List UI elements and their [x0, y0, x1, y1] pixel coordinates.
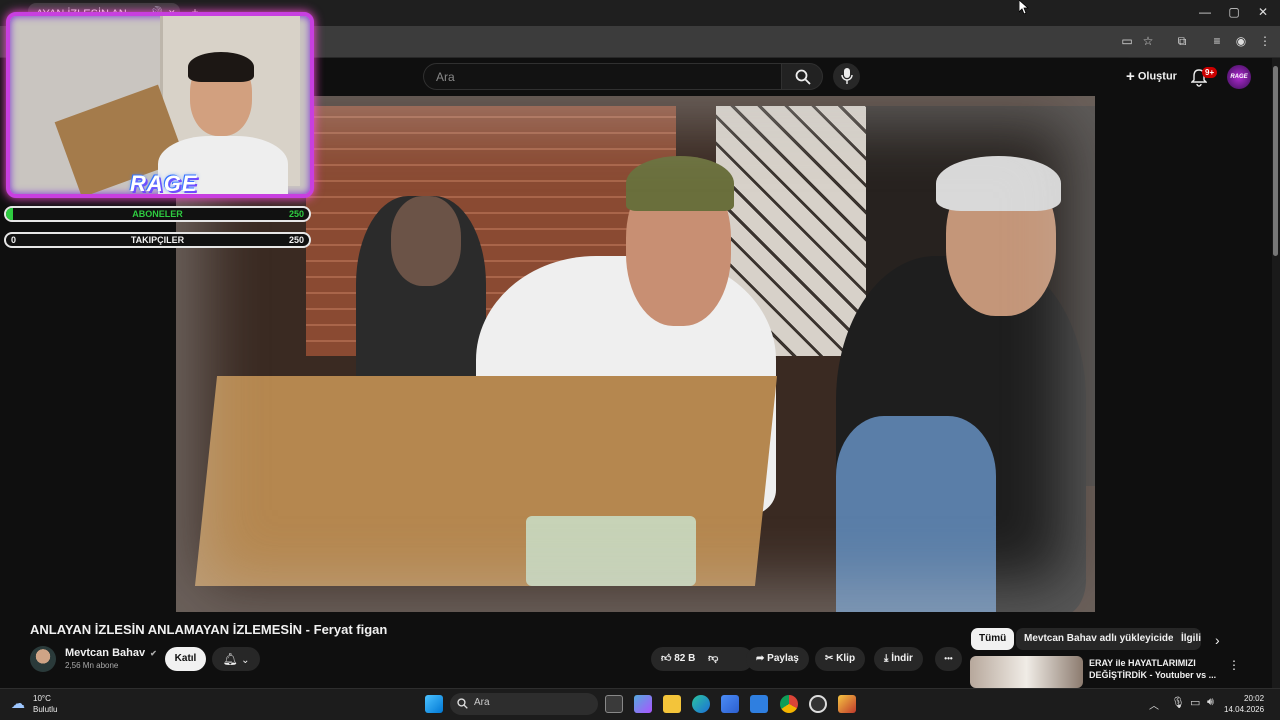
subscriber-goal-target: 250 — [288, 209, 304, 219]
chevron-right-icon[interactable]: › — [1215, 632, 1220, 648]
taskbar-clock[interactable]: 20:02 14.04.2026 — [1224, 693, 1264, 715]
weather-temp: 10°C — [33, 694, 51, 703]
rage-logo: RAGE — [130, 171, 198, 196]
notification-count-badge: 9+ — [1202, 67, 1218, 78]
voice-search-button[interactable] — [833, 63, 860, 90]
scissors-icon: ✂ — [825, 653, 834, 664]
download-icon: ⤓ — [884, 653, 889, 664]
recommendation-menu-icon[interactable]: ⋮ — [1228, 658, 1240, 672]
clip-button[interactable]: ✂ Klip — [815, 647, 866, 671]
store-icon[interactable] — [721, 695, 739, 713]
create-button[interactable]: + Oluştur — [1118, 64, 1185, 88]
chrome-icon[interactable] — [780, 695, 798, 713]
follower-goal-label: TAKIPÇILER — [130, 235, 185, 245]
dislike-button[interactable]: 👎︎ — [708, 653, 718, 664]
taskbar-search-label: Ara — [474, 697, 490, 708]
bell-icon: 🔔︎ — [222, 652, 238, 666]
share-label: Paylaş — [767, 653, 799, 664]
clock-date: 14.04.2026 — [1224, 705, 1265, 714]
follower-goal-bar: 0 TAKIPÇILER 250 — [4, 232, 311, 248]
cam-streamer-hair — [188, 52, 254, 82]
minimize-button[interactable]: — — [1194, 4, 1216, 22]
mouse-cursor-icon — [1019, 0, 1029, 14]
chevron-down-icon: ⌄ — [241, 655, 250, 666]
cloud-icon: ☁ — [11, 695, 25, 711]
close-window-button[interactable]: ✕ — [1252, 4, 1274, 22]
search-button[interactable] — [781, 63, 823, 90]
windows-start-icon[interactable] — [425, 695, 443, 713]
weather-desc: Bulutlu — [33, 705, 58, 714]
scrollbar-thumb[interactable] — [1273, 66, 1278, 256]
create-label: Oluştur — [1137, 70, 1177, 83]
thumbs-up-icon: 👍︎ — [661, 653, 672, 664]
video-title: ANLAYAN İZLESİN ANLAMAYAN İZLEMESİN - Fe… — [30, 622, 388, 637]
like-count: 82 B — [674, 653, 696, 664]
mail-icon[interactable] — [750, 695, 768, 713]
chip-all[interactable]: Tümü — [971, 628, 1015, 650]
chip-related[interactable]: İlgili — [1173, 628, 1201, 650]
volume-icon[interactable]: 🔊︎ — [1207, 696, 1214, 709]
plus-icon: + — [1126, 68, 1135, 85]
share-button[interactable]: ➦ Paylaş — [746, 647, 809, 671]
follower-goal-target: 250 — [288, 235, 304, 245]
join-button[interactable]: Katıl — [165, 647, 206, 671]
chip-uploader[interactable]: Mevtcan Bahav adlı yükleyiciden — [1016, 628, 1188, 650]
cast-icon[interactable]: ▭ — [1116, 33, 1138, 51]
taskbar-search[interactable]: Ara — [450, 693, 598, 715]
media-control-icon[interactable]: ≡ — [1206, 33, 1228, 51]
extensions-icon[interactable]: ⧉ — [1171, 33, 1193, 51]
taskbar-search-icon — [457, 698, 468, 709]
weather-widget[interactable]: 10°C Bulutlu — [33, 693, 57, 715]
account-avatar[interactable]: RAGE — [1227, 65, 1251, 89]
profile-icon[interactable]: ◉ — [1230, 33, 1252, 51]
verified-icon: ✔ — [150, 649, 157, 658]
microphone-icon — [841, 68, 853, 84]
search-input[interactable]: Ara — [423, 63, 782, 90]
channel-name-text: Mevtcan Bahav — [65, 647, 146, 659]
obs-icon[interactable] — [809, 695, 827, 713]
subscriber-goal-label: ABONELER — [132, 209, 183, 219]
task-view-icon[interactable] — [605, 695, 623, 713]
microphone-tray-icon[interactable]: 🎙︎ — [1171, 696, 1185, 709]
channel-avatar[interactable] — [30, 646, 56, 672]
subscriber-goal-bar: ABONELER 250 — [4, 206, 311, 222]
bookmark-star-icon[interactable]: ☆ — [1137, 33, 1159, 51]
streamer-webcam-overlay: RAGE — [6, 12, 314, 198]
subscriber-count: 2,56 Mn abone — [65, 661, 119, 670]
recommendation-thumbnail[interactable] — [970, 656, 1083, 688]
recommendation-title[interactable]: ERAY ile HAYATLARIMIZI DEĞİŞTİRDİK - You… — [1089, 657, 1219, 681]
edge-icon[interactable] — [692, 695, 710, 713]
clock-time: 20:02 — [1244, 694, 1265, 703]
search-icon — [795, 69, 811, 85]
subscription-bell-button[interactable]: 🔔︎ ⌄ — [212, 647, 260, 671]
file-explorer-icon[interactable] — [663, 695, 681, 713]
like-button[interactable]: 👍︎ 82 B — [661, 653, 698, 664]
widgets-icon[interactable] — [634, 695, 652, 713]
app-icon[interactable] — [838, 695, 856, 713]
share-icon: ➦ — [756, 653, 765, 664]
download-label: İndir — [891, 653, 913, 664]
thumbs-down-icon: 👎︎ — [708, 653, 719, 664]
like-dislike-group: 👍︎ 82 B 👎︎ — [651, 647, 753, 671]
menu-dots-icon[interactable]: ⋮ — [1254, 33, 1276, 51]
network-icon[interactable]: ▭ — [1190, 696, 1200, 709]
clip-label: Klip — [836, 653, 856, 664]
more-actions-button[interactable]: ••• — [935, 647, 962, 671]
maximize-button[interactable]: ▢ — [1223, 4, 1245, 22]
channel-name[interactable]: Mevtcan Bahav ✔ — [65, 647, 157, 659]
tray-chevron-up-icon[interactable]: ︿ — [1149, 697, 1159, 712]
download-button[interactable]: ⤓ İndir — [874, 647, 923, 671]
